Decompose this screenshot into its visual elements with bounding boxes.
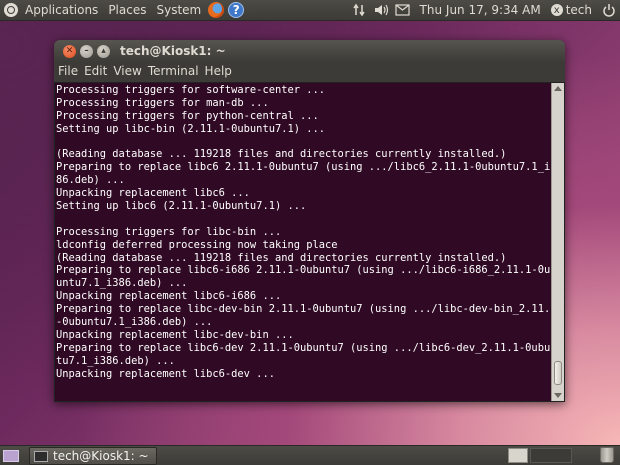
terminal-line: Processing triggers for software-center … [56, 84, 325, 96]
firefox-icon[interactable] [208, 2, 225, 18]
terminal-line: tu7.1_i386.deb) ... [56, 354, 175, 367]
help-icon[interactable]: ? [228, 2, 245, 18]
show-desktop-icon[interactable] [3, 450, 19, 462]
window-title: tech@Kiosk1: ~ [120, 44, 226, 58]
terminal-output: Processing triggers for software-center … [56, 84, 550, 400]
mail-icon[interactable] [392, 0, 414, 20]
terminal-line: Setting up libc-bin (2.11.1-0ubuntu7.1) … [56, 122, 325, 135]
scroll-up-arrow-icon[interactable] [554, 86, 562, 91]
scroll-down-arrow-icon[interactable] [554, 393, 562, 398]
applications-menu[interactable]: Applications [20, 3, 103, 17]
close-button[interactable]: ✕ [63, 44, 76, 58]
bottom-panel: tech@Kiosk1: ~ [0, 445, 620, 465]
terminal-body[interactable]: Processing triggers for software-center … [54, 82, 565, 402]
user-status-icon: x [550, 4, 563, 16]
menu-help[interactable]: Help [202, 64, 235, 78]
window-menubar: File Edit View Terminal Help [54, 62, 565, 80]
menu-edit[interactable]: Edit [81, 64, 110, 78]
workspace-1[interactable] [508, 448, 528, 463]
terminal-line: Preparing to replace libc6-dev 2.11.1-0u… [56, 341, 550, 354]
terminal-line: ldconfig deferred processing now taking … [56, 238, 338, 251]
top-panel: Applications Places System ? Thu Jun 17,… [0, 0, 620, 21]
terminal-line: (Reading database ... 119218 files and d… [56, 148, 507, 161]
taskbar-terminal-button[interactable]: tech@Kiosk1: ~ [29, 447, 157, 465]
maximize-button[interactable]: ▴ [97, 44, 110, 58]
workspace-2[interactable] [530, 448, 572, 463]
terminal-line: Processing triggers for python-central .… [56, 109, 319, 122]
user-name: tech [565, 3, 592, 17]
terminal-line: 86.deb) ... [56, 174, 125, 187]
terminal-line: Unpacking replacement libc6-dev ... [56, 367, 275, 380]
terminal-line: Preparing to replace libc6-i686 2.11.1-0… [56, 264, 550, 277]
terminal-line: Unpacking replacement libc-dev-bin ... [56, 328, 294, 341]
vertical-scrollbar[interactable] [551, 83, 564, 401]
scroll-thumb[interactable] [554, 361, 562, 385]
terminal-line: Preparing to replace libc6 2.11.1-0ubunt… [56, 161, 550, 174]
terminal-icon [34, 450, 48, 462]
terminal-line: Processing triggers for man-db ... [56, 96, 269, 109]
system-menu[interactable]: System [151, 3, 206, 17]
window-titlebar[interactable]: ✕ – ▴ tech@Kiosk1: ~ [54, 40, 565, 62]
terminal-line: Preparing to replace libc-dev-bin 2.11.1… [56, 303, 550, 316]
taskbar-terminal-label: tech@Kiosk1: ~ [53, 449, 149, 463]
clock[interactable]: Thu Jun 17, 9:34 AM [414, 3, 547, 17]
trash-icon[interactable] [600, 447, 614, 463]
menu-view[interactable]: View [110, 64, 144, 78]
terminal-line: (Reading database ... 119218 files and d… [56, 251, 507, 264]
network-icon[interactable] [348, 0, 370, 20]
terminal-line: Unpacking replacement libc6 ... [56, 187, 250, 200]
terminal-line: Processing triggers for libc-bin ... [56, 225, 282, 238]
user-menu[interactable]: x tech [547, 3, 598, 17]
volume-icon[interactable] [370, 0, 392, 20]
menu-terminal[interactable]: Terminal [145, 64, 202, 78]
terminal-line: untu7.1_i386.deb) ... [56, 277, 188, 290]
system-tray: Thu Jun 17, 9:34 AM x tech [348, 0, 620, 20]
power-icon[interactable] [598, 0, 620, 20]
terminal-line: -0ubuntu7.1_i386.deb) ... [56, 316, 213, 329]
terminal-line: Setting up libc6 (2.11.1-0ubuntu7.1) ... [56, 200, 307, 213]
places-menu[interactable]: Places [103, 3, 151, 17]
menu-file[interactable]: File [55, 64, 81, 78]
terminal-line: Unpacking replacement libc6-i686 ... [56, 290, 282, 303]
minimize-button[interactable]: – [80, 44, 93, 58]
ubuntu-logo-icon[interactable] [4, 3, 18, 17]
terminal-window: ✕ – ▴ tech@Kiosk1: ~ File Edit View Termina… [54, 40, 565, 402]
